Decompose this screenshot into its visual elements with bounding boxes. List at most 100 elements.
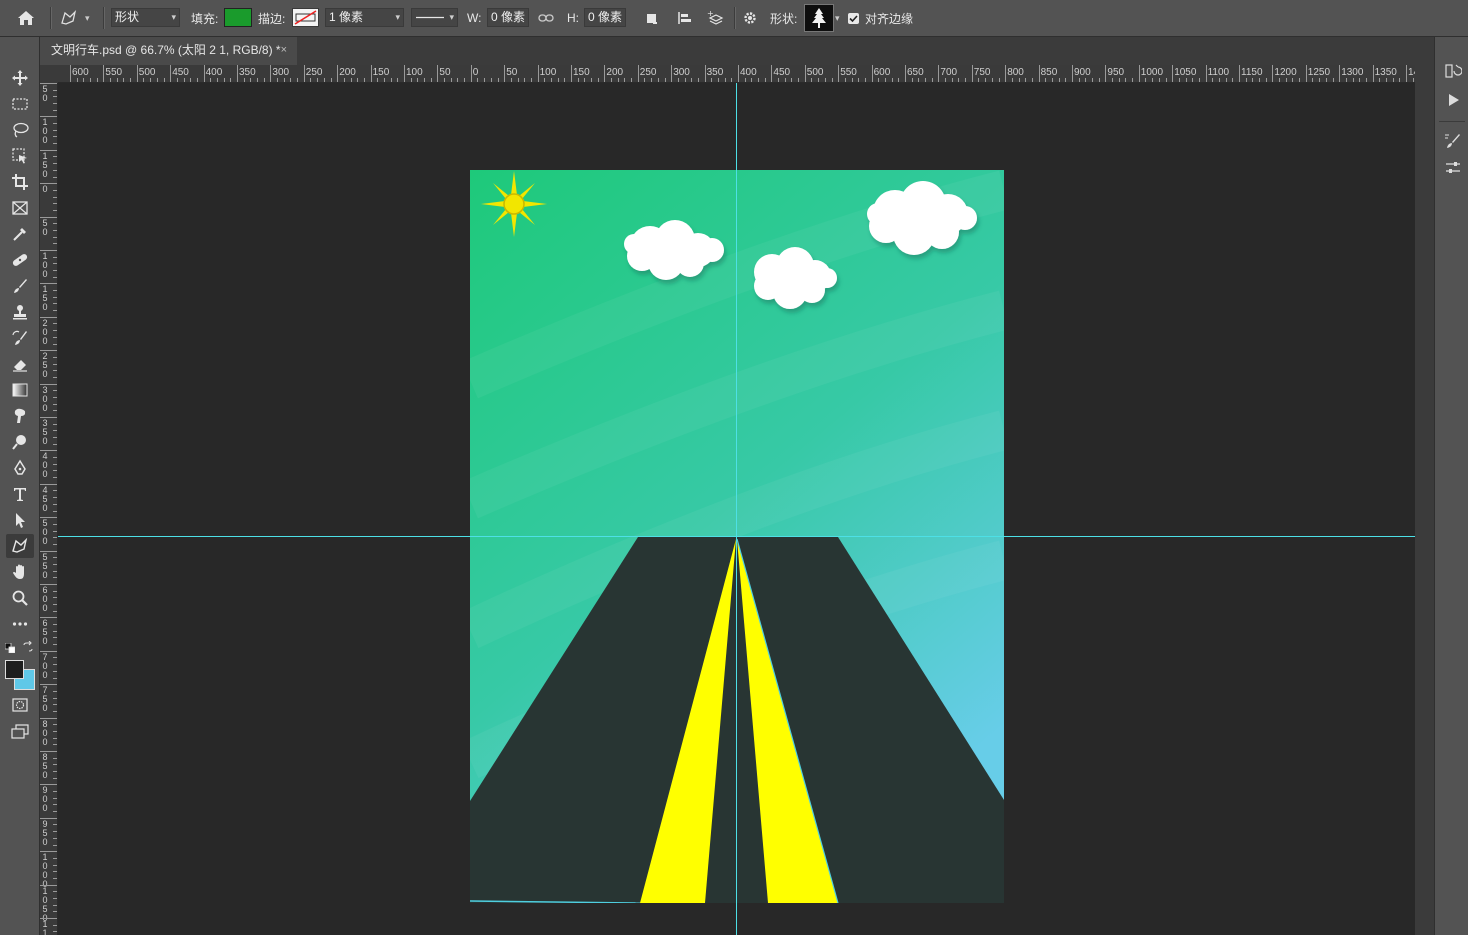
stroke-width-field[interactable]: 1 像素 ▾ <box>325 8 404 27</box>
ruler-minor-tick <box>1259 78 1261 82</box>
ruler-minor-tick <box>53 904 57 906</box>
quick-mask-icon[interactable] <box>6 693 34 717</box>
ruler-minor-tick <box>1279 78 1281 82</box>
ruler-minor-tick <box>53 624 57 626</box>
ruler-minor-tick <box>243 78 245 82</box>
type-tool-icon[interactable] <box>6 482 34 506</box>
more-tools-icon[interactable] <box>6 612 34 636</box>
ruler-label: 100 <box>539 67 557 78</box>
ruler-major-tick <box>938 65 940 82</box>
path-operations-icon[interactable] <box>644 0 660 36</box>
ruler-minor-tick <box>53 610 57 612</box>
ruler-minor-tick <box>53 891 57 893</box>
path-alignment-icon[interactable] <box>677 0 693 36</box>
ruler-minor-tick <box>564 78 566 82</box>
align-edges-checkbox[interactable]: 对齐边缘 <box>848 0 913 36</box>
ruler-origin[interactable] <box>40 65 58 83</box>
smudge-tool-icon[interactable] <box>6 404 34 428</box>
gradient-tool-icon[interactable] <box>6 378 34 402</box>
path-select-tool-icon[interactable] <box>6 508 34 532</box>
brush-settings-icon[interactable] <box>1443 131 1463 151</box>
screen-mode-icon[interactable] <box>6 719 34 743</box>
ruler-minor-tick <box>53 590 57 592</box>
move-tool-icon[interactable] <box>6 66 34 90</box>
link-icon[interactable] <box>538 0 554 36</box>
pen-tool-icon[interactable] <box>6 456 34 480</box>
ruler-minor-tick <box>1192 78 1194 82</box>
ruler-minor-tick <box>53 109 57 111</box>
eraser-tool-icon[interactable] <box>6 352 34 376</box>
vertical-ruler[interactable]: 50 100 150 0 50 100 150 200 250 300 350 400 450 500 55… <box>40 83 58 935</box>
ruler-minor-tick <box>176 78 178 82</box>
ruler-minor-tick <box>524 78 526 82</box>
ruler-minor-tick <box>53 343 57 345</box>
clone-stamp-tool-icon[interactable] <box>6 300 34 324</box>
horizontal-guide[interactable] <box>58 536 1415 537</box>
ruler-minor-tick <box>651 78 653 82</box>
ruler-minor-tick <box>911 78 913 82</box>
ruler-minor-tick <box>53 290 57 292</box>
ruler-minor-tick <box>644 78 646 82</box>
ruler-minor-tick <box>724 78 726 82</box>
ruler-minor-tick <box>617 78 619 82</box>
path-arrangement-icon[interactable]: + <box>707 0 727 36</box>
shape-picker[interactable] <box>804 4 834 32</box>
hand-tool-icon[interactable] <box>6 560 34 584</box>
height-field[interactable]: 0 像素 <box>584 8 626 27</box>
vertical-guide[interactable] <box>736 83 737 935</box>
ruler-minor-tick <box>53 597 57 599</box>
actions-play-icon[interactable] <box>1443 90 1463 110</box>
stroke-type-select[interactable]: ▾ <box>411 8 458 27</box>
marquee-tool-icon[interactable] <box>6 92 34 116</box>
ruler-minor-tick <box>53 490 57 492</box>
brush-tool-icon[interactable] <box>6 274 34 298</box>
ruler-label: 300 <box>673 67 690 78</box>
history-panel-icon[interactable] <box>1443 61 1463 81</box>
chevron-down-icon[interactable]: ▾ <box>835 0 840 36</box>
home-icon[interactable] <box>16 0 36 36</box>
ruler-minor-tick <box>53 744 57 746</box>
ruler-minor-tick <box>53 644 57 646</box>
ruler-minor-tick <box>898 78 900 82</box>
crop-tool-icon[interactable] <box>6 170 34 194</box>
ruler-major-tick <box>1138 65 1140 82</box>
document-tab[interactable]: 文明行车.psd @ 66.7% (太阳 2 1, RGB/8) * × <box>40 37 297 65</box>
gear-icon[interactable] <box>742 0 758 36</box>
healing-brush-tool-icon[interactable] <box>6 248 34 272</box>
ruler-minor-tick <box>1198 78 1200 82</box>
foreground-color-swatch[interactable] <box>5 660 24 679</box>
swap-colors-icon[interactable] <box>22 640 34 653</box>
mode-select[interactable]: 形状 ▾ <box>111 8 180 27</box>
history-brush-tool-icon[interactable] <box>6 326 34 350</box>
width-field[interactable]: 0 像素 <box>487 8 529 27</box>
dodge-tool-icon[interactable] <box>6 430 34 454</box>
ruler-minor-tick <box>53 423 57 425</box>
ruler-minor-tick <box>53 209 57 211</box>
frame-tool-icon[interactable] <box>6 196 34 220</box>
default-colors-icon[interactable] <box>4 642 16 654</box>
ruler-major-tick <box>337 65 339 82</box>
ruler-minor-tick <box>53 530 57 532</box>
eyedropper-tool-icon[interactable] <box>6 222 34 246</box>
tool-preset-picker[interactable]: ▾ <box>58 0 90 36</box>
horizontal-ruler[interactable]: 600 550 500 450 400 350 300 250 200 150 100 50 0 50 10… <box>58 65 1415 83</box>
ruler-minor-tick <box>53 303 57 305</box>
adjustments-icon[interactable] <box>1443 158 1463 178</box>
zoom-tool-icon[interactable] <box>6 586 34 610</box>
stroke-swatch[interactable] <box>292 8 319 27</box>
object-select-tool-icon[interactable] <box>6 144 34 168</box>
lasso-tool-icon[interactable] <box>6 118 34 142</box>
ruler-minor-tick <box>53 330 57 332</box>
no-stroke-icon <box>294 10 317 25</box>
ruler-minor-tick <box>1185 78 1187 82</box>
custom-shape-tool-icon[interactable] <box>6 534 34 558</box>
close-icon[interactable]: × <box>281 37 287 64</box>
ruler-minor-tick <box>196 78 198 82</box>
ruler-minor-tick <box>53 477 57 479</box>
fill-swatch[interactable] <box>224 8 252 27</box>
ruler-minor-tick <box>53 390 57 392</box>
ruler-minor-tick <box>1058 78 1060 82</box>
ruler-label: 150 <box>573 67 590 78</box>
ruler-minor-tick <box>290 78 292 82</box>
chevron-down-icon: ▾ <box>85 12 90 23</box>
